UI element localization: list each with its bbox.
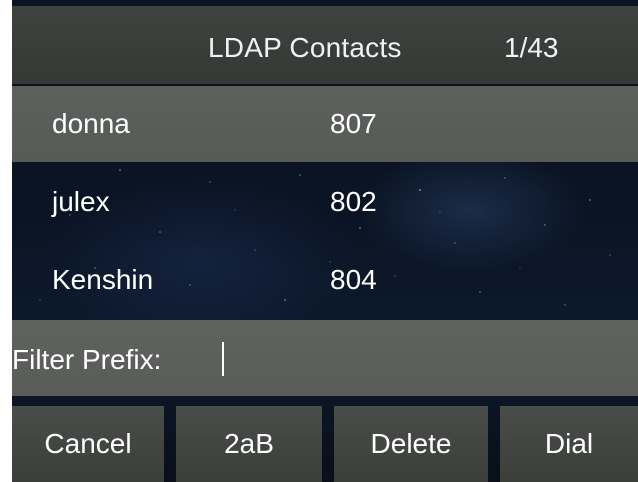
text-cursor [222, 342, 224, 376]
contact-number: 802 [330, 186, 377, 217]
title-bar: LDAP Contacts 1/43 [12, 6, 638, 84]
contact-number: 807 [330, 108, 377, 139]
softkey-bar: Cancel 2aB Delete Dial [12, 406, 638, 482]
contact-number: 804 [330, 264, 377, 295]
phone-screen: LDAP Contacts 1/43 donna 807 julex 802 K… [0, 0, 638, 482]
contact-row-julex[interactable]: julex 802 [12, 164, 638, 240]
contact-row-kenshin[interactable]: Kenshin 804 [12, 242, 638, 318]
cancel-button[interactable]: Cancel [12, 406, 164, 482]
page-title: LDAP Contacts [208, 32, 402, 63]
contact-name: donna [52, 108, 130, 139]
input-mode-button[interactable]: 2aB [176, 406, 322, 482]
contact-row-donna[interactable]: donna 807 [12, 86, 638, 162]
filter-prefix-field[interactable]: Filter Prefix: [12, 320, 638, 396]
contact-name: Kenshin [52, 264, 154, 295]
delete-button[interactable]: Delete [334, 406, 488, 482]
page-indicator: 1/43 [504, 32, 559, 63]
filter-prefix-label: Filter Prefix: [12, 344, 162, 375]
contact-name: julex [52, 186, 110, 217]
dial-button[interactable]: Dial [500, 406, 638, 482]
screen-left-border [0, 0, 12, 482]
